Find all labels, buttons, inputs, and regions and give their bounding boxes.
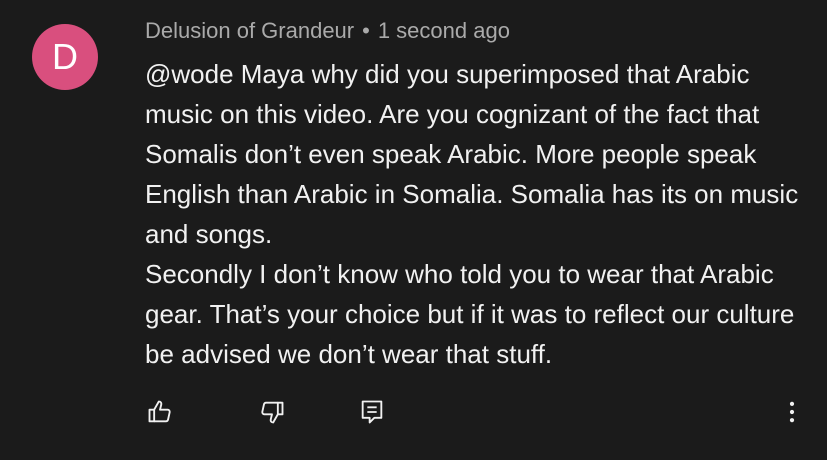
like-button[interactable] — [142, 396, 178, 432]
avatar-letter: D — [52, 36, 78, 77]
comment-item: D Delusion of Grandeur • 1 second ago @wod… — [0, 0, 827, 460]
thumbs-up-icon — [146, 398, 174, 431]
comment-paragraph-1: @wode Maya why did you superimposed that… — [145, 59, 799, 249]
comment-meta: Delusion of Grandeur • 1 second ago — [145, 18, 510, 44]
comment-paragraph-2: Secondly I don’t know who told you to we… — [145, 259, 795, 369]
comment-text: @wode Maya why did you superimposed that… — [145, 54, 805, 374]
reply-button[interactable] — [354, 396, 390, 432]
thumbs-down-icon — [258, 398, 286, 431]
more-vertical-icon — [778, 398, 806, 431]
avatar[interactable]: D — [32, 24, 98, 90]
comment-timestamp[interactable]: 1 second ago — [378, 18, 510, 43]
comment-actions — [0, 396, 827, 436]
author-name[interactable]: Delusion of Grandeur — [145, 18, 354, 43]
more-options-button[interactable] — [774, 396, 810, 432]
meta-separator: • — [362, 18, 370, 43]
dislike-button[interactable] — [254, 396, 290, 432]
reply-icon — [358, 398, 386, 431]
